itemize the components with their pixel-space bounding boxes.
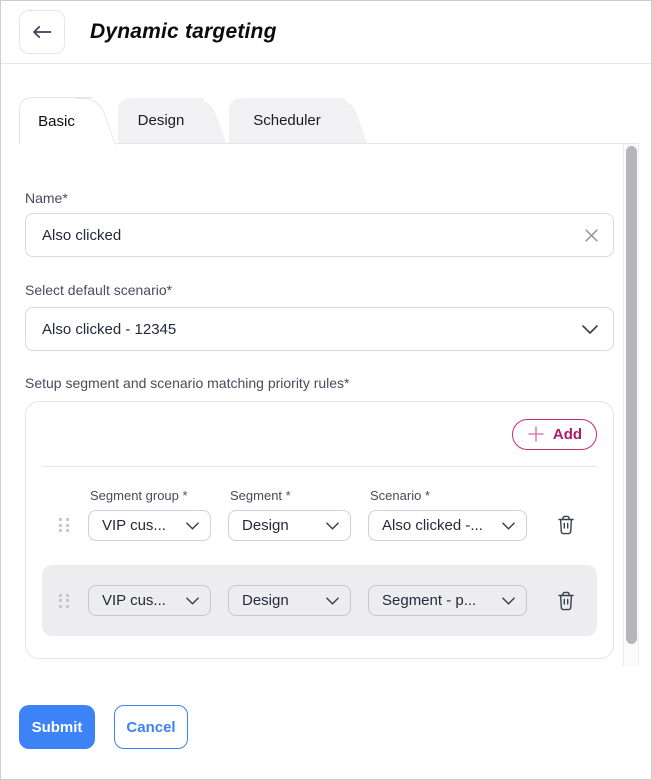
chevron-down-icon <box>502 522 515 530</box>
scrollbar-thumb[interactable] <box>626 146 637 644</box>
tab-scheduler[interactable]: Scheduler <box>229 98 345 143</box>
scenario-field: Scenario * Also clicked -... <box>368 488 527 541</box>
add-rule-button[interactable]: Add <box>512 419 597 450</box>
chevron-down-icon <box>186 597 199 605</box>
drag-handle-icon[interactable] <box>59 518 69 532</box>
segment-group-field: VIP cus... <box>88 585 211 616</box>
segment-column-label: Segment * <box>230 488 351 503</box>
segment-field: Segment * Design <box>228 488 351 541</box>
rules-label: Setup segment and scenario matching prio… <box>25 375 614 391</box>
default-scenario-select[interactable]: Also clicked - 12345 <box>25 307 614 351</box>
chevron-down-icon <box>326 597 339 605</box>
chevron-down-icon <box>326 522 339 530</box>
close-x-icon <box>585 229 598 242</box>
default-scenario-label: Select default scenario* <box>25 282 614 298</box>
scenario-value: Also clicked -... <box>382 517 483 534</box>
scenario-field: Segment - p... <box>368 585 527 616</box>
chevron-down-icon <box>186 522 199 530</box>
dynamic-targeting-window: Dynamic targeting Basic Design Scheduler… <box>0 0 652 780</box>
rules-card: Add Segment group * VIP cus... Segment *… <box>25 401 614 659</box>
segment-group-field: Segment group * VIP cus... <box>88 488 211 541</box>
scenario-column-label: Scenario * <box>370 488 527 503</box>
delete-rule-button[interactable] <box>557 515 575 535</box>
default-scenario-value: Also clicked - 12345 <box>42 321 176 338</box>
tab-design[interactable]: Design <box>118 98 204 143</box>
trash-icon <box>557 591 575 611</box>
tab-basic[interactable]: Basic <box>19 97 93 144</box>
rules-card-header: Add <box>42 402 597 467</box>
form-actions: Submit Cancel <box>19 705 651 749</box>
rule-row-2: VIP cus... Design Segment - p... <box>42 585 597 616</box>
name-label: Name* <box>25 190 614 206</box>
plus-icon <box>527 425 545 443</box>
trash-icon <box>557 515 575 535</box>
segment-group-value: VIP cus... <box>102 592 166 609</box>
clear-name-button[interactable] <box>585 229 598 242</box>
drag-handle-icon[interactable] <box>59 594 69 608</box>
segment-dropdown[interactable]: Design <box>228 585 351 616</box>
tab-bar: Basic Design Scheduler <box>1 98 651 143</box>
page-title: Dynamic targeting <box>90 20 277 44</box>
arrow-left-icon <box>32 25 52 39</box>
header: Dynamic targeting <box>1 1 651 64</box>
rule-row-1: Segment group * VIP cus... Segment * Des… <box>42 488 597 541</box>
chevron-down-icon <box>582 325 598 334</box>
scenario-dropdown[interactable]: Segment - p... <box>368 585 527 616</box>
basic-tab-panel: Name* Also clicked Select default scenar… <box>1 143 639 665</box>
segment-group-column-label: Segment group * <box>90 488 211 503</box>
delete-rule-button[interactable] <box>557 591 575 611</box>
segment-group-value: VIP cus... <box>102 517 166 534</box>
chevron-down-icon <box>502 597 515 605</box>
segment-field: Design <box>228 585 351 616</box>
segment-group-dropdown[interactable]: VIP cus... <box>88 510 211 541</box>
submit-button[interactable]: Submit <box>19 705 95 749</box>
add-rule-label: Add <box>553 426 582 443</box>
segment-value: Design <box>242 592 289 609</box>
tab-scheduler-label: Scheduler <box>253 112 321 129</box>
tab-basic-label: Basic <box>38 113 75 130</box>
scenario-value: Segment - p... <box>382 592 476 609</box>
segment-value: Design <box>242 517 289 534</box>
name-input[interactable]: Also clicked <box>25 213 614 257</box>
name-input-value: Also clicked <box>42 227 121 244</box>
scenario-dropdown[interactable]: Also clicked -... <box>368 510 527 541</box>
rule-row-2-highlight: VIP cus... Design Segment - p... <box>42 565 597 636</box>
cancel-button[interactable]: Cancel <box>114 705 188 749</box>
tab-design-label: Design <box>138 112 185 129</box>
back-button[interactable] <box>19 10 65 54</box>
scrollbar-track[interactable] <box>623 144 639 666</box>
segment-dropdown[interactable]: Design <box>228 510 351 541</box>
segment-group-dropdown[interactable]: VIP cus... <box>88 585 211 616</box>
